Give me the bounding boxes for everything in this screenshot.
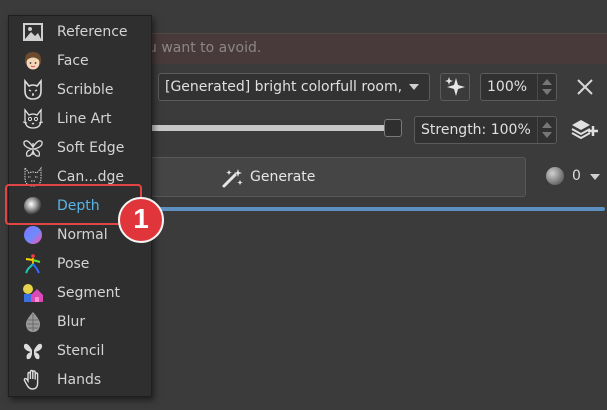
generate-label: Generate — [250, 169, 316, 185]
menu-item-stencil[interactable]: Stencil — [9, 337, 149, 366]
negative-prompt-placeholder: u want to avoid. — [148, 40, 262, 56]
strength-spinbox[interactable]: Strength: 100% — [414, 116, 557, 144]
menu-item-label: Can...dge — [57, 169, 124, 185]
menu-item-scribble[interactable]: Scribble — [9, 76, 149, 105]
segment-icon — [23, 284, 43, 302]
step-number-badge: 1 — [118, 197, 164, 243]
chevron-down-icon — [590, 174, 600, 180]
menu-item-label: Reference — [57, 24, 128, 40]
menu-item-label: Hands — [57, 372, 102, 388]
control-image-select-value: [Generated] bright colorfull room, — [165, 79, 403, 95]
hand-icon — [23, 369, 39, 390]
generate-control-image-button[interactable] — [440, 73, 470, 101]
menu-item-soft-edge[interactable]: Soft Edge — [9, 134, 149, 163]
menu-item-label: Face — [57, 53, 89, 69]
spin-buttons[interactable] — [537, 117, 556, 143]
menu-item-face[interactable]: Face — [9, 47, 149, 76]
spin-up-icon[interactable] — [542, 122, 552, 128]
menu-item-hands[interactable]: Hands — [9, 366, 149, 395]
control-strength-value: 100% — [487, 79, 528, 95]
control-image-select[interactable]: [Generated] bright colorfull room, — [158, 73, 430, 101]
butterfly-outline-icon — [23, 140, 43, 157]
progress-bar — [138, 207, 605, 211]
pose-icon — [25, 254, 41, 274]
menu-item-label: Line Art — [57, 111, 112, 127]
seed-sphere-icon — [546, 167, 564, 185]
spin-down-icon[interactable] — [542, 89, 552, 95]
generate-button[interactable]: Generate — [138, 157, 526, 197]
remove-control-layer-icon[interactable] — [574, 76, 596, 98]
menu-item-line-art[interactable]: Line Art — [9, 105, 149, 134]
cat-lineart-icon — [22, 108, 44, 129]
stencil-butterfly-icon — [23, 343, 43, 360]
menu-item-label: Scribble — [57, 82, 114, 98]
menu-item-label: Normal — [57, 227, 108, 243]
menu-item-label: Segment — [57, 285, 120, 301]
strength-label: Strength: 100% — [421, 122, 531, 138]
menu-item-label: Pose — [57, 256, 90, 272]
seed-selector[interactable]: 0 — [546, 167, 602, 187]
spin-buttons[interactable] — [537, 74, 556, 100]
image-icon — [23, 23, 43, 41]
menu-item-label: Blur — [57, 314, 86, 330]
blur-icon — [25, 312, 41, 332]
negative-prompt-field[interactable]: u want to avoid. — [138, 33, 607, 64]
seed-value: 0 — [572, 168, 581, 184]
cat-scribble-icon — [24, 79, 42, 100]
spin-up-icon[interactable] — [542, 79, 552, 85]
menu-item-label: Soft Edge — [57, 140, 125, 156]
menu-item-reference[interactable]: Reference — [9, 18, 149, 47]
menu-item-blur[interactable]: Blur — [9, 308, 149, 337]
menu-item-pose[interactable]: Pose — [9, 250, 149, 279]
add-control-layer-icon[interactable] — [569, 117, 599, 141]
spin-down-icon[interactable] — [542, 132, 552, 138]
control-strength-spinbox[interactable]: 100% — [480, 73, 557, 101]
normal-sphere-icon — [24, 226, 42, 244]
strength-slider-handle[interactable] — [384, 119, 402, 137]
face-icon — [25, 52, 41, 70]
magic-wand-icon — [222, 169, 243, 188]
sparkles-icon — [445, 77, 465, 96]
app-window: u want to avoid. [Generated] bright colo… — [0, 0, 607, 410]
menu-item-label: Stencil — [57, 343, 105, 359]
strength-slider-track[interactable] — [138, 125, 390, 131]
menu-item-segment[interactable]: Segment — [9, 279, 149, 308]
chevron-down-icon — [409, 84, 419, 90]
